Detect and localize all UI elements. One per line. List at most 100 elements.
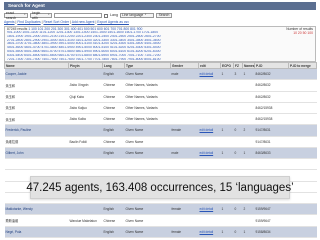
cell-type: Given Name <box>124 68 171 81</box>
cell-edit[interactable] <box>198 102 221 115</box>
cell-type <box>124 158 171 171</box>
table-row[interactable]: Cooper, Jackie English Given Name male edit … <box>4 68 317 81</box>
cell-edit[interactable]: edit detail <box>198 124 221 137</box>
cell-type: Given Name <box>124 214 171 227</box>
cell-gender: female <box>170 226 199 239</box>
cell-name: 黃玉和 <box>4 91 69 103</box>
cell-name <box>4 158 69 171</box>
field-select[interactable]: exact search ▼ <box>4 11 28 20</box>
cell-pid: 9147/8631 <box>254 136 289 148</box>
cell-type: Given Name <box>124 226 171 239</box>
cell-pid: 8462/15938 <box>254 102 289 115</box>
cell-fz: 0 <box>233 124 243 137</box>
agents-link[interactable]: Agents <box>4 20 15 24</box>
cell-ecpo: 1 <box>220 203 234 216</box>
table-row[interactable]: Frederick, Pauline English Given Name femal… <box>4 124 317 137</box>
export-csv-link[interactable]: Export Agents as csv <box>97 20 129 24</box>
cell-pinyin: Qiuji Kabo <box>68 91 103 103</box>
cell-pid-merge[interactable] <box>288 226 317 239</box>
cell-name: 黃玉和 <box>4 79 69 92</box>
cell-pid-merge[interactable] <box>288 113 317 126</box>
table-row[interactable]: 黃玉和 Jiabo Xingxin Chinese Other Names, Vari… <box>4 79 317 92</box>
cell-pinyin <box>68 124 103 137</box>
table-row[interactable]: 黃維拉德 Baolin Folidi Chinese Given Name 9147/8… <box>4 136 317 148</box>
cell-edit[interactable]: edit detail <box>198 68 221 81</box>
cell-lang: English <box>102 147 125 160</box>
cell-pid-merge[interactable] <box>288 136 317 148</box>
table-row[interactable]: 瓊斯達維 Wandue Makelatun Chinese Given Name 915… <box>4 214 317 227</box>
cell-lang: Chinese <box>102 214 125 227</box>
cell-pid-merge[interactable] <box>288 158 317 171</box>
cell-ecpo: 1 <box>220 147 234 160</box>
agents-table: Name Pinyin Lang Type Gender edit ECPO F… <box>4 62 317 239</box>
cell-lang: English <box>102 124 125 137</box>
cell-lang: Chinese <box>102 102 125 115</box>
cell-name: Gilbert, John <box>4 147 69 160</box>
cell-pid-merge[interactable] <box>288 147 317 160</box>
lang-label: Lang <box>110 13 118 17</box>
cell-names <box>242 102 255 115</box>
chevron-down-icon: ▼ <box>144 13 147 17</box>
search-button[interactable]: Search <box>156 13 172 18</box>
cell-pid-merge[interactable] <box>288 79 317 92</box>
cell-edit[interactable] <box>198 158 221 171</box>
table-row[interactable]: Negri, Pola English Given Name female edit d… <box>4 226 317 239</box>
cell-gender: male <box>170 147 199 160</box>
cell-pinyin <box>68 147 103 160</box>
cell-gender: female <box>170 124 199 137</box>
per-page-box: Number of results 10 20 50 100 <box>279 27 313 35</box>
cell-type: Other Names, Variants <box>124 91 171 103</box>
page-range-line[interactable]: 7201-7300 7301-7400 7401-7500 7501-7600 … <box>7 58 315 62</box>
table-row[interactable] <box>4 158 317 171</box>
table-row[interactable]: 黃玉和 Jiabo Kaijuo Chinese Other Names, Varia… <box>4 102 317 115</box>
mode-select[interactable]: begin with ▼ <box>30 11 52 20</box>
cell-ecpo: 1 <box>220 68 234 81</box>
cell-names <box>242 136 255 148</box>
cell-gender <box>170 79 199 92</box>
cell-edit[interactable] <box>198 79 221 92</box>
cell-fz: 0 <box>233 226 243 239</box>
cell-pid-merge[interactable] <box>288 68 317 81</box>
cell-pid: 9159/9647 <box>254 214 289 227</box>
search-input[interactable] <box>54 13 102 18</box>
cell-edit[interactable] <box>198 91 221 103</box>
cell-fz <box>233 136 243 148</box>
cell-edit[interactable]: edit detail <box>198 226 221 239</box>
cell-names <box>242 91 255 103</box>
cell-pid-merge[interactable] <box>288 203 317 216</box>
add-agent-link[interactable]: Add new Agent <box>72 20 95 24</box>
cell-edit[interactable] <box>198 214 221 227</box>
cell-pid: 9158/8634 <box>254 226 289 239</box>
cell-names <box>242 79 255 92</box>
cell-pid-merge[interactable] <box>288 91 317 103</box>
reset-sort-link[interactable]: Reset Sort Order <box>43 20 69 24</box>
cell-edit[interactable]: edit detail <box>198 203 221 216</box>
cell-pinyin: Jiabo Kaijuo <box>68 102 103 115</box>
table-row[interactable]: Maklotarke, Wendy English Given Name female… <box>4 203 317 216</box>
cell-name: 黃維拉德 <box>4 136 69 148</box>
exact-checkbox[interactable] <box>104 13 108 18</box>
cell-pid-merge[interactable] <box>288 102 317 115</box>
cell-pinyin: Jiabo Kaibo <box>68 113 103 126</box>
cell-name: Maklotarke, Wendy <box>4 203 69 216</box>
table-row[interactable]: 黃玉和 Qiuji Kabo Chinese Other Names, Variant… <box>4 91 317 103</box>
cell-type: Other Names, Variants <box>124 102 171 115</box>
cell-fz <box>233 158 243 171</box>
cell-pid-merge[interactable] <box>288 124 317 137</box>
cell-edit[interactable] <box>198 136 221 148</box>
cell-edit[interactable] <box>198 113 221 126</box>
cell-name: Negri, Pola <box>4 226 69 239</box>
table-row[interactable]: 黃玉和 Jiabo Kaibo Chinese Other Names, Varian… <box>4 113 317 126</box>
cell-edit[interactable]: edit detail <box>198 147 221 160</box>
cell-pid-merge[interactable] <box>288 169 317 182</box>
cell-pinyin: Baolin Folidi <box>68 136 103 148</box>
cell-names <box>242 214 255 227</box>
cell-names: 1 <box>242 147 255 160</box>
per-page-options[interactable]: 10 20 50 100 <box>279 31 313 35</box>
cell-pid-merge[interactable] <box>288 192 317 205</box>
table-row[interactable]: Gilbert, John English Given Name male edit d… <box>4 147 317 160</box>
cell-pid-merge[interactable] <box>288 214 317 227</box>
lang-select[interactable]: Line language ▼ <box>120 13 154 18</box>
find-duplicates-link[interactable]: Find Duplicates <box>17 20 40 24</box>
cell-gender <box>170 113 199 126</box>
